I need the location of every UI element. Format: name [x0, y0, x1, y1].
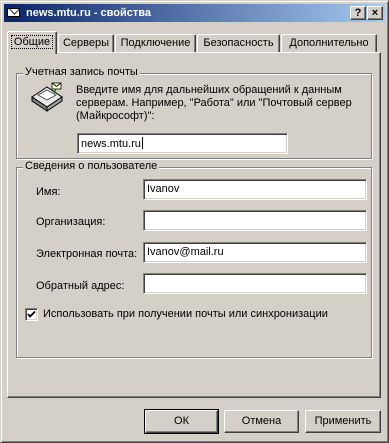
email-input[interactable]: Ivanov@mail.ru	[143, 242, 367, 263]
account-description: Введите имя для дальнейших обращений к д…	[76, 84, 352, 122]
properties-dialog: news.mtu.ru - свойства ? × Общие Серверы…	[0, 0, 389, 443]
tab-general-label: Общие	[10, 35, 54, 49]
checkmark-icon	[27, 310, 36, 318]
email-value: Ivanov@mail.ru	[147, 246, 224, 258]
organization-input[interactable]	[143, 210, 367, 231]
reply-address-label: Обратный адрес:	[36, 280, 125, 292]
tab-general[interactable]: Общие	[7, 31, 57, 54]
ok-button[interactable]: ОК	[144, 409, 219, 434]
email-label: Электронная почта:	[36, 248, 138, 260]
user-info-group-title: Сведения о пользователе	[23, 160, 160, 172]
tab-connection[interactable]: Подключение	[115, 34, 196, 53]
title-bar[interactable]: news.mtu.ru - свойства ? ×	[4, 4, 385, 22]
account-name-input[interactable]: news.mtu.ru	[77, 133, 288, 154]
tab-servers[interactable]: Серверы	[58, 34, 114, 53]
sync-checkbox-label[interactable]: Использовать при получении почты или син…	[43, 308, 328, 320]
reply-address-input[interactable]	[143, 273, 367, 294]
organization-label: Организация:	[36, 216, 106, 228]
user-name-label: Имя:	[36, 186, 61, 198]
user-name-value: Ivanov	[147, 183, 180, 195]
account-group-title: Учетная запись почты	[23, 66, 140, 78]
account-name-value: news.mtu.ru	[81, 138, 141, 150]
tab-advanced[interactable]: Дополнительно	[281, 34, 377, 53]
mail-account-icon	[31, 82, 63, 112]
cancel-button[interactable]: Отмена	[224, 410, 299, 433]
sync-checkbox[interactable]	[25, 308, 38, 321]
text-caret	[141, 137, 143, 149]
window-title: news.mtu.ru - свойства	[26, 7, 152, 19]
close-button[interactable]: ×	[367, 6, 383, 20]
user-name-input[interactable]: Ivanov	[143, 179, 367, 200]
help-button[interactable]: ?	[350, 6, 366, 20]
envelope-icon	[6, 6, 22, 20]
apply-button[interactable]: Применить	[305, 410, 381, 433]
tab-panel-general: Учетная запись почты Введите имя для дал…	[7, 52, 381, 398]
tab-security[interactable]: Безопасность	[197, 34, 280, 53]
